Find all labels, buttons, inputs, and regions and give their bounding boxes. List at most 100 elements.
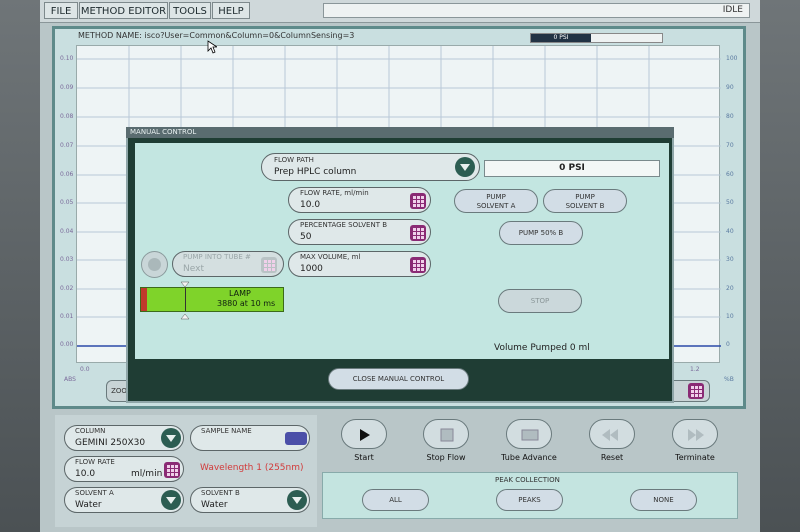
pct-tick: 30 xyxy=(726,256,734,263)
max-volume-field[interactable]: MAX VOLUME, ml 1000 xyxy=(288,251,431,277)
keypad-icon[interactable] xyxy=(410,193,426,209)
pump-into-tube-toggle[interactable] xyxy=(141,251,168,278)
solvent-b-value: 50 xyxy=(300,232,312,242)
keypad-key xyxy=(417,228,420,231)
keypad-key xyxy=(421,232,424,235)
keypad-key xyxy=(264,268,267,271)
y-tick: 0.08 xyxy=(60,113,74,120)
reset-button[interactable] xyxy=(589,419,635,449)
chevron-down-icon[interactable] xyxy=(455,157,475,177)
keypad-icon[interactable] xyxy=(164,462,180,478)
keypad-key xyxy=(272,268,275,271)
chevron-down-icon[interactable] xyxy=(161,490,181,510)
solvent-b-label: PERCENTAGE SOLVENT B xyxy=(300,221,388,229)
keypad-key xyxy=(413,196,416,199)
stop-flow-button[interactable] xyxy=(423,419,469,449)
solvent-b-bottom-value: Water xyxy=(201,500,228,510)
peak-none-label: NONE xyxy=(653,496,674,504)
keypad-key xyxy=(264,264,267,267)
start-label: Start xyxy=(354,453,374,462)
flow-path-value: Prep HPLC column xyxy=(274,167,357,177)
status-indicator: IDLE xyxy=(323,3,750,18)
pump-solvent-a-button[interactable]: PUMP SOLVENT A xyxy=(454,189,538,213)
keypad-key xyxy=(268,260,271,263)
solvent-b-field[interactable]: PERCENTAGE SOLVENT B 50 xyxy=(288,219,431,245)
pct-tick: 100 xyxy=(726,55,738,62)
stop-button[interactable]: STOP xyxy=(498,289,582,313)
keypad-key xyxy=(417,264,420,267)
manual-control-title: MANUAL CONTROL xyxy=(126,127,674,138)
start-button[interactable] xyxy=(341,419,387,449)
pump-50-b-button[interactable]: PUMP 50% B xyxy=(499,221,583,245)
chevron-down-icon[interactable] xyxy=(287,490,307,510)
keypad-key xyxy=(695,390,698,393)
solvent-b-select[interactable]: SOLVENT B Water xyxy=(190,487,310,513)
column-label: COLUMN xyxy=(75,427,106,435)
volume-pumped: Volume Pumped 0 ml xyxy=(494,343,590,353)
solvent-a-select[interactable]: SOLVENT A Water xyxy=(64,487,184,513)
y-tick: 0.09 xyxy=(60,84,74,91)
menu-help[interactable]: HELP xyxy=(212,2,250,19)
pump-solvent-b-button[interactable]: PUMP SOLVENT B xyxy=(543,189,627,213)
column-select[interactable]: COLUMN GEMINI 250X30 xyxy=(64,425,184,451)
y-tick: 0.06 xyxy=(60,171,74,178)
keypad-key xyxy=(171,469,174,472)
flow-rate-bottom-field[interactable]: FLOW RATE 10.0 ml/min xyxy=(64,456,184,482)
pct-tick: 40 xyxy=(726,228,734,235)
pump-50-b-label: PUMP 50% B xyxy=(518,229,564,237)
solvent-b-bottom-label: SOLVENT B xyxy=(201,489,240,497)
pct-tick: 20 xyxy=(726,285,734,292)
pump-into-tube-field[interactable]: PUMP INTO TUBE # Next xyxy=(172,251,284,277)
keypad-key xyxy=(171,473,174,476)
rewind-icon xyxy=(602,429,618,441)
keypad-key xyxy=(421,264,424,267)
tube-advance-button[interactable] xyxy=(506,419,552,449)
wavelength-label: Wavelength 1 (255nm) xyxy=(200,463,304,473)
y-tick: 0.03 xyxy=(60,256,74,263)
keypad-key xyxy=(421,236,424,239)
keypad-key xyxy=(167,469,170,472)
pressure-display: 0 PSI xyxy=(484,160,660,177)
keypad-key xyxy=(413,268,416,271)
terminate-label: Terminate xyxy=(675,453,715,462)
method-name: METHOD NAME: isco?User=Common&Column=0&C… xyxy=(78,31,355,40)
menu-file[interactable]: FILE xyxy=(44,2,78,19)
peak-all-label: ALL xyxy=(389,496,402,504)
keypad-key xyxy=(268,264,271,267)
keypad-key xyxy=(695,394,698,397)
menu-tools[interactable]: TOOLS xyxy=(169,2,211,19)
y-tick: 0.10 xyxy=(60,55,74,62)
lamp-red-segment xyxy=(141,288,147,311)
tube-advance-icon xyxy=(521,429,539,441)
keypad-key xyxy=(413,236,416,239)
flow-path-select[interactable]: FLOW PATH Prep HPLC column xyxy=(261,153,480,181)
keypad-key xyxy=(268,268,271,271)
keypad-icon[interactable] xyxy=(410,225,426,241)
pct-tick: 70 xyxy=(726,142,734,149)
pct-tick: 60 xyxy=(726,171,734,178)
keypad-key xyxy=(413,260,416,263)
sample-name-field[interactable]: SAMPLE NAME xyxy=(190,425,310,451)
peak-none-button[interactable]: NONE xyxy=(630,489,697,511)
peak-collection-title: PEAK COLLECTION xyxy=(495,476,560,484)
keypad-key xyxy=(699,386,702,389)
lamp-marker-arrows xyxy=(180,281,190,320)
terminate-button[interactable] xyxy=(672,419,718,449)
menu-method-editor[interactable]: METHOD EDITOR xyxy=(79,2,168,19)
close-manual-control-label: CLOSE MANUAL CONTROL xyxy=(352,375,445,383)
chevron-down-icon[interactable] xyxy=(161,428,181,448)
flow-rate-field[interactable]: FLOW RATE, ml/min 10.0 xyxy=(288,187,431,213)
tube-advance-label: Tube Advance xyxy=(501,453,557,462)
keypad-key xyxy=(691,390,694,393)
close-manual-control-button[interactable]: CLOSE MANUAL CONTROL xyxy=(328,368,469,390)
y-tick: 0.01 xyxy=(60,313,74,320)
peak-all-button[interactable]: ALL xyxy=(362,489,429,511)
keyboard-icon[interactable] xyxy=(285,432,307,445)
flow-rate-bottom-value: 10.0 xyxy=(75,469,96,479)
play-icon xyxy=(360,429,370,441)
keypad-key xyxy=(417,268,420,271)
keypad-icon[interactable] xyxy=(688,383,704,399)
peak-peaks-button[interactable]: PEAKS xyxy=(496,489,563,511)
keypad-icon[interactable] xyxy=(410,257,426,273)
x-tick-start: 0.0 xyxy=(80,366,90,373)
